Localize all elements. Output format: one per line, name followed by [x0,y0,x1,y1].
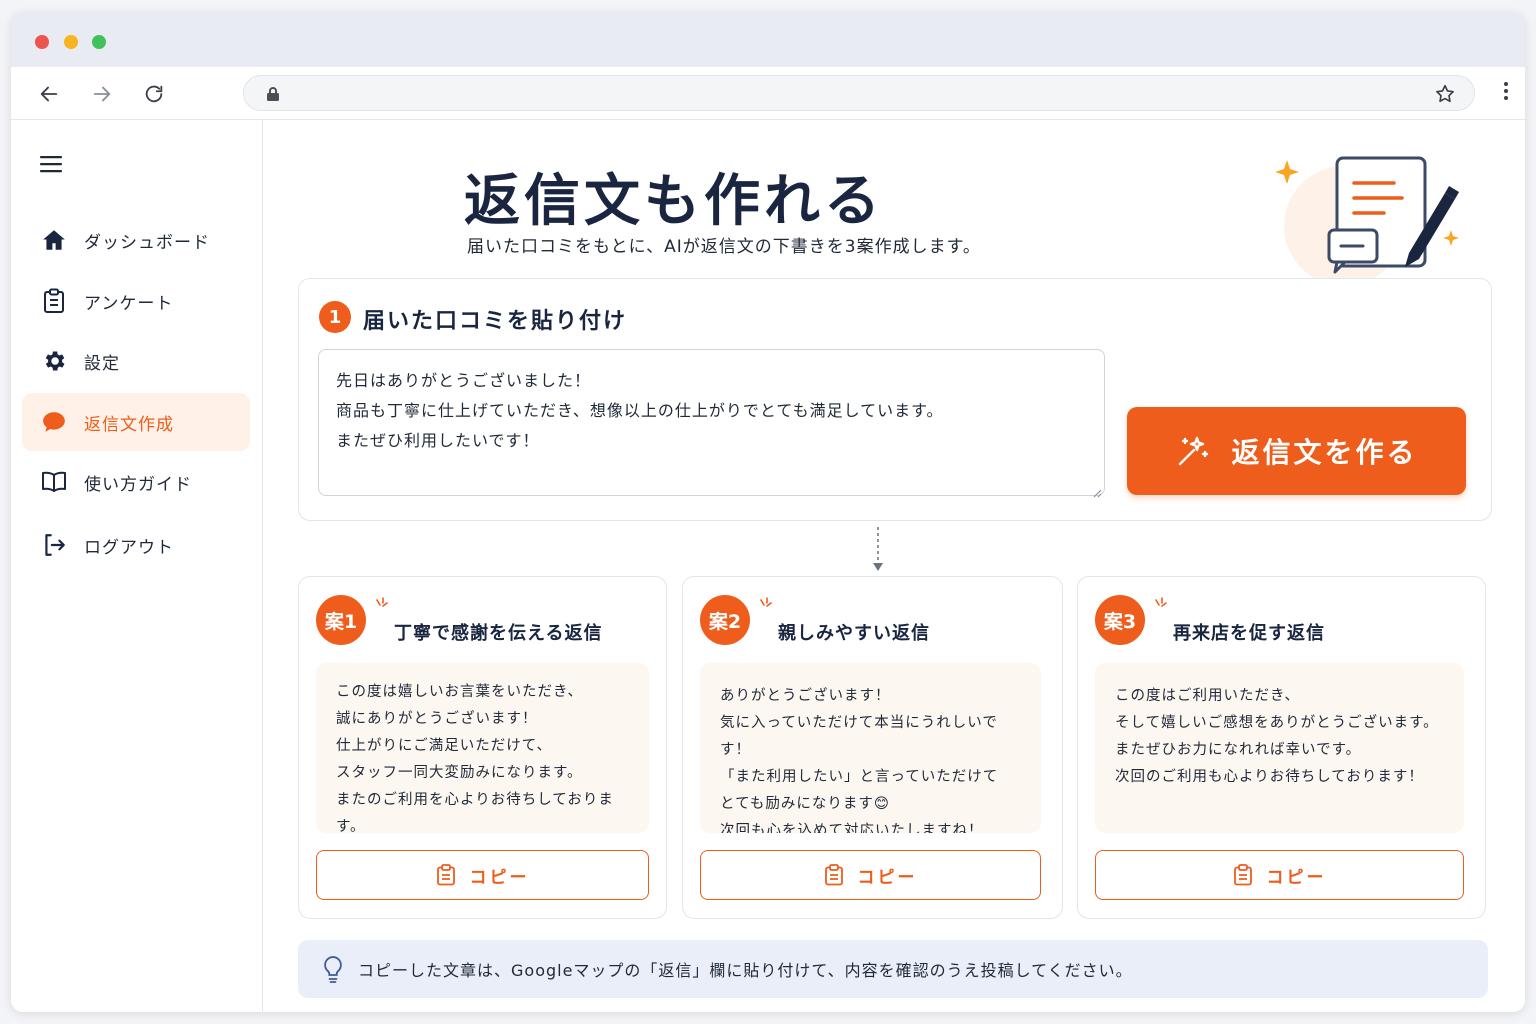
logout-icon [40,531,68,559]
reply-text: この度は嬉しいお言葉をいただき、 誠にありがとうございます！ 仕上がりにご満足い… [316,663,649,833]
copy-button[interactable]: コピー [1095,850,1464,900]
reply-plan-card: 案2 親しみやすい返信 ありがとうございます！ 気に入っていただけて本当にうれし… [682,576,1063,919]
forward-button[interactable] [87,79,117,109]
gear-icon [40,347,68,375]
review-textarea[interactable]: 先日はありがとうございました！ 商品も丁寧に仕上げていただき、想像以上の仕上がり… [318,349,1105,496]
sidebar-item-guide[interactable]: 使い方ガイド [22,453,250,511]
minimize-window-button[interactable] [64,35,78,49]
maximize-window-button[interactable] [92,35,106,49]
down-arrow-connector [872,525,884,579]
copy-button-label: コピー [469,867,530,888]
tip-banner: コピーした文章は、Googleマップの「返信」欄に貼り付けて、内容を確認のうえ投… [298,940,1488,998]
copy-button[interactable]: コピー [316,850,649,900]
plan-badge: 案1 [316,595,366,645]
home-icon [40,226,68,254]
page-title: 返信文も作れる [464,169,884,234]
address-bar[interactable] [243,75,1475,111]
plan-title: 再来店を促す返信 [1173,623,1325,644]
sidebar-item-label: ログアウト [84,537,174,558]
copy-button-label: コピー [857,867,918,888]
copy-button[interactable]: コピー [700,850,1041,900]
sidebar-item-label: 使い方ガイド [84,474,192,495]
plan-title: 丁寧で感謝を伝える返信 [394,623,603,644]
sidebar-item-label: ダッシュボード [84,232,210,253]
sidebar-item-label: 設定 [84,353,120,374]
plan-title: 親しみやすい返信 [778,623,930,644]
arrow-left-icon [40,86,58,102]
main-content: 返信文も作れる 届いた口コミをもとに、AIが返信文の下書きを3案作成します。 1… [264,120,1525,1012]
sidebar-item-reply-create[interactable]: 返信文作成 [22,393,250,451]
page-subtitle: 届いた口コミをもとに、AIが返信文の下書きを3案作成します。 [467,237,981,257]
generate-reply-label: 返信文を作る [1231,436,1418,469]
reply-plan-card: 案3 再来店を促す返信 この度はご利用いただき、 そして嬉しいご感想をありがとう… [1077,576,1486,919]
window-titlebar [11,12,1525,67]
lightbulb-icon [322,955,344,983]
magic-wand-icon [1175,433,1211,469]
close-window-button[interactable] [35,35,49,49]
clipboard-copy-icon [1233,864,1253,886]
sidebar-item-dashboard[interactable]: ダッシュボード [22,211,250,269]
spark-icon [376,597,388,607]
arrow-right-icon [93,86,111,102]
step-title: 届いた口コミを貼り付け [363,309,628,334]
clipboard-copy-icon [824,864,844,886]
sidebar-item-logout[interactable]: ログアウト [22,516,250,574]
step-number-badge: 1 [319,301,351,333]
book-icon [40,468,68,496]
bookmark-star-icon[interactable] [1434,83,1456,109]
clipboard-icon [40,287,68,315]
browser-toolbar [11,67,1525,120]
hamburger-menu-icon[interactable] [39,154,63,178]
review-input-card: 1 届いた口コミを貼り付け 先日はありがとうございました！ 商品も丁寧に仕上げて… [298,278,1492,521]
tip-text: コピーした文章は、Googleマップの「返信」欄に貼り付けて、内容を確認のうえ投… [358,961,1133,980]
spark-icon [1155,597,1167,607]
back-button[interactable] [34,79,64,109]
reply-text: ありがとうございます！ 気に入っていただけて本当にうれしいです！ 「また利用した… [700,663,1041,833]
plan-badge: 案3 [1095,595,1145,645]
browser-window: ダッシュボード アンケート 設定 返信文作成 使い方ガイド ログアウト 返信文も… [11,12,1525,1012]
textarea-resize-grip-icon[interactable] [1092,483,1102,502]
sidebar: ダッシュボード アンケート 設定 返信文作成 使い方ガイド ログアウト [11,120,263,1012]
document-pen-illustration [1259,148,1479,288]
sidebar-item-label: 返信文作成 [84,414,174,435]
copy-button-label: コピー [1266,867,1327,888]
reload-icon [145,85,163,103]
generate-reply-button[interactable]: 返信文を作る [1127,407,1466,495]
sidebar-item-survey[interactable]: アンケート [22,272,250,330]
reply-plan-card: 案1 丁寧で感謝を伝える返信 この度は嬉しいお言葉をいただき、 誠にありがとうご… [298,576,667,919]
reply-text: この度はご利用いただき、 そして嬉しいご感想をありがとうございます。 またぜひお… [1095,663,1464,833]
lock-icon [266,86,280,106]
sidebar-item-label: アンケート [84,293,174,314]
spark-icon [760,597,772,607]
browser-menu-icon[interactable] [1503,81,1509,105]
sidebar-item-settings[interactable]: 設定 [22,332,250,390]
reload-button[interactable] [139,79,169,109]
plan-badge: 案2 [700,595,750,645]
clipboard-copy-icon [436,864,456,886]
chat-bubble-icon [40,408,68,436]
